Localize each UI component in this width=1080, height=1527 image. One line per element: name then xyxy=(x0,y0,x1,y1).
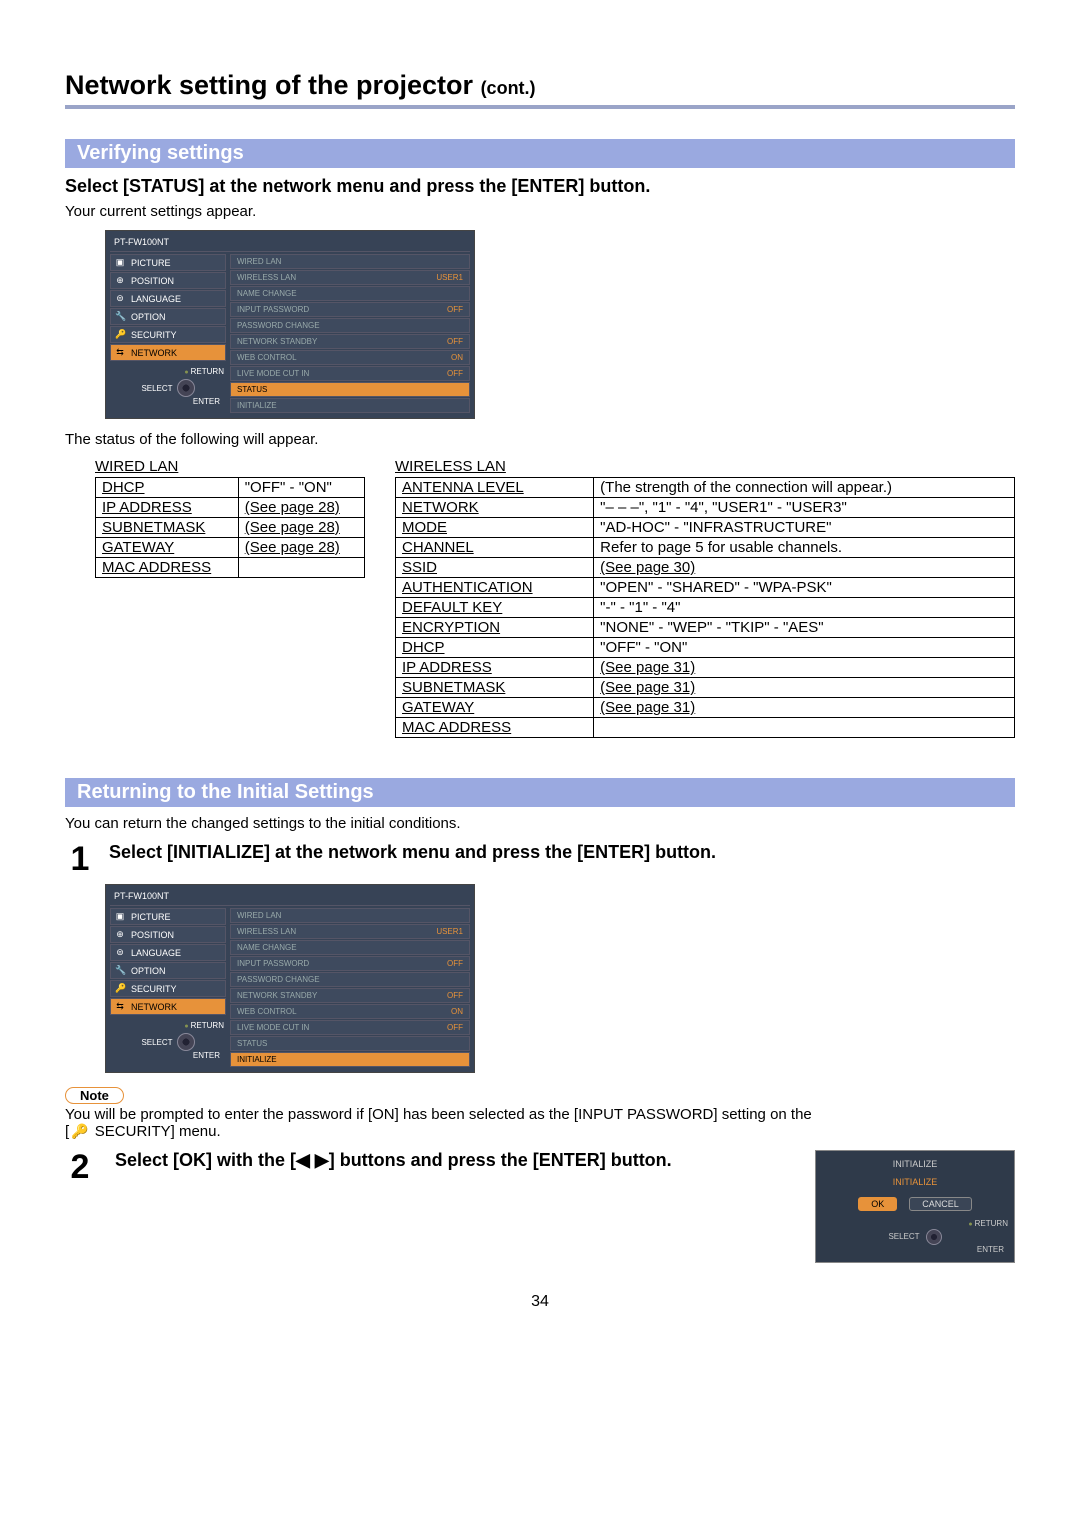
note-text: You will be prompted to enter the passwo… xyxy=(65,1106,1015,1140)
osd-row: PASSWORD CHANGE xyxy=(230,318,470,333)
osd-select-label: SELECT xyxy=(141,384,172,394)
osd-right-panel: WIRED LAN WIRELESS LANUSER1 NAME CHANGE … xyxy=(230,254,470,414)
osd-row: NETWORK STANDBYOFF xyxy=(230,334,470,349)
osd-row: LIVE MODE CUT INOFF xyxy=(230,366,470,381)
osd-item-security: 🔑SECURITY xyxy=(110,326,226,343)
step-1-text: Select [INITIALIZE] at the network menu … xyxy=(109,842,1015,863)
osd-menu-initialize: PT-FW100NT ▣PICTURE ⊕POSITION ⊜LANGUAGE … xyxy=(105,884,475,1073)
osd-item-position: ⊕POSITION xyxy=(110,272,226,289)
osd-row: WIRELESS LANUSER1 xyxy=(230,270,470,285)
section-verifying: Verifying settings xyxy=(65,139,1015,168)
step-2-number: 2 xyxy=(65,1150,95,1184)
osd-item-network: ⇆NETWORK xyxy=(110,344,226,361)
osd-row: INITIALIZE xyxy=(230,398,470,413)
step-2-text: Select [OK] with the [◀ ▶] buttons and p… xyxy=(115,1150,795,1171)
osd-return: RETURN xyxy=(110,367,226,377)
osd-row: WEB CONTROLON xyxy=(230,350,470,365)
verify-text1: Your current settings appear. xyxy=(65,203,1015,220)
osd-row: NAME CHANGE xyxy=(230,286,470,301)
osd-left-nav: ▣PICTURE ⊕POSITION ⊜LANGUAGE 🔧OPTION 🔑SE… xyxy=(110,254,226,414)
initialize-dialog: INITIALIZE INITIALIZE OK CANCEL RETURN S… xyxy=(815,1150,1015,1263)
key-icon: 🔑 xyxy=(69,1123,90,1139)
section-returning: Returning to the Initial Settings xyxy=(65,778,1015,807)
osd-row: WIRED LAN xyxy=(230,254,470,269)
osd-title: PT-FW100NT xyxy=(110,235,470,252)
step-1-number: 1 xyxy=(65,842,95,876)
osd-item-option: 🔧OPTION xyxy=(110,308,226,325)
dpad-icon xyxy=(177,379,195,397)
osd-menu-status: PT-FW100NT ▣PICTURE ⊕POSITION ⊜LANGUAGE … xyxy=(105,230,475,419)
ok-button[interactable]: OK xyxy=(858,1197,897,1211)
osd-enter: ENTER xyxy=(110,397,226,407)
verify-text2: The status of the following will appear. xyxy=(65,431,1015,448)
cancel-button[interactable]: CANCEL xyxy=(909,1197,972,1211)
osd-row: INPUT PASSWORDOFF xyxy=(230,302,470,317)
osd-row-status: STATUS xyxy=(230,382,470,397)
osd-item-picture: ▣PICTURE xyxy=(110,254,226,271)
dpad-icon xyxy=(177,1033,195,1051)
note-badge: Note xyxy=(65,1087,124,1104)
page-title: Network setting of the projector (cont.) xyxy=(65,70,1015,101)
page-number: 34 xyxy=(65,1293,1015,1311)
wireless-lan-table: WIRELESS LAN ANTENNA LEVEL(The strength … xyxy=(395,458,1015,738)
return-intro: You can return the changed settings to t… xyxy=(65,815,1015,832)
divider xyxy=(65,105,1015,109)
dpad-icon xyxy=(926,1229,942,1245)
verify-instruction: Select [STATUS] at the network menu and … xyxy=(65,176,1015,197)
osd-item-language: ⊜LANGUAGE xyxy=(110,290,226,307)
wired-lan-table: WIRED LAN DHCP"OFF" - "ON" IP ADDRESS(Se… xyxy=(95,458,365,578)
osd-row-initialize: INITIALIZE xyxy=(230,1052,470,1067)
